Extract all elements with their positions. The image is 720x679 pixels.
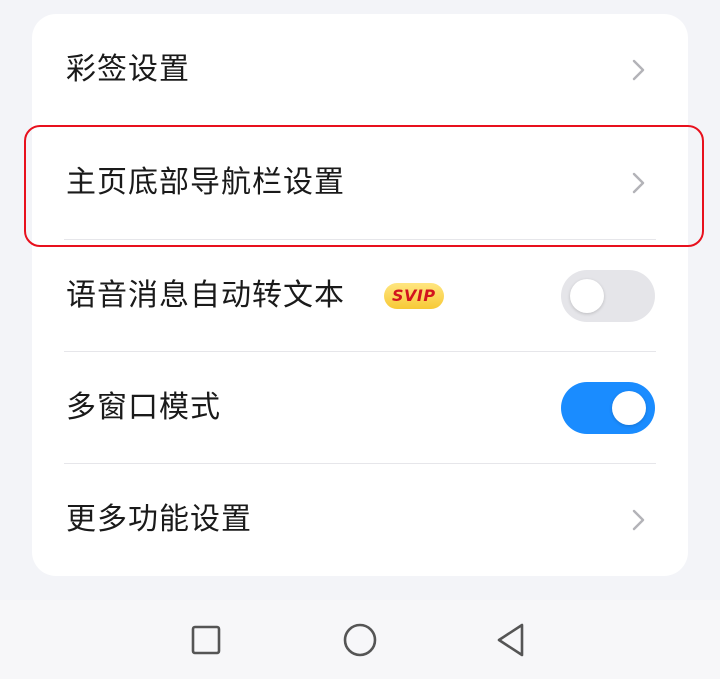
toggle-knob bbox=[612, 391, 646, 425]
settings-item-label: 主页底部导航栏设置 bbox=[66, 165, 345, 200]
settings-item-label: 多窗口模式 bbox=[66, 390, 221, 425]
settings-item-label: 更多功能设置 bbox=[66, 502, 252, 537]
system-nav-bar bbox=[0, 600, 720, 679]
voice-to-text-toggle[interactable] bbox=[561, 270, 655, 322]
settings-item-bottom-nav[interactable]: 主页底部导航栏设置 bbox=[32, 127, 688, 239]
settings-item-more-features[interactable]: 更多功能设置 bbox=[32, 464, 688, 576]
settings-item-multi-window: 多窗口模式 bbox=[32, 352, 688, 464]
multi-window-toggle[interactable] bbox=[561, 382, 655, 434]
settings-item-label: 语音消息自动转文本 bbox=[66, 278, 345, 313]
chevron-right-icon bbox=[632, 509, 645, 531]
svip-badge: SVIP bbox=[384, 283, 444, 309]
chevron-right-icon bbox=[632, 59, 645, 81]
settings-item-label: 彩签设置 bbox=[66, 52, 190, 87]
triangle-back-icon[interactable] bbox=[492, 620, 532, 660]
settings-card: 彩签设置 主页底部导航栏设置 语音消息自动转文本 SVIP 多窗口模式 更多功能… bbox=[32, 14, 688, 576]
square-icon[interactable] bbox=[186, 620, 226, 660]
settings-item-color-label[interactable]: 彩签设置 bbox=[32, 14, 688, 126]
circle-icon[interactable] bbox=[340, 620, 380, 660]
chevron-right-icon bbox=[632, 172, 645, 194]
toggle-knob bbox=[570, 279, 604, 313]
settings-item-voice-to-text: 语音消息自动转文本 SVIP bbox=[32, 240, 688, 352]
